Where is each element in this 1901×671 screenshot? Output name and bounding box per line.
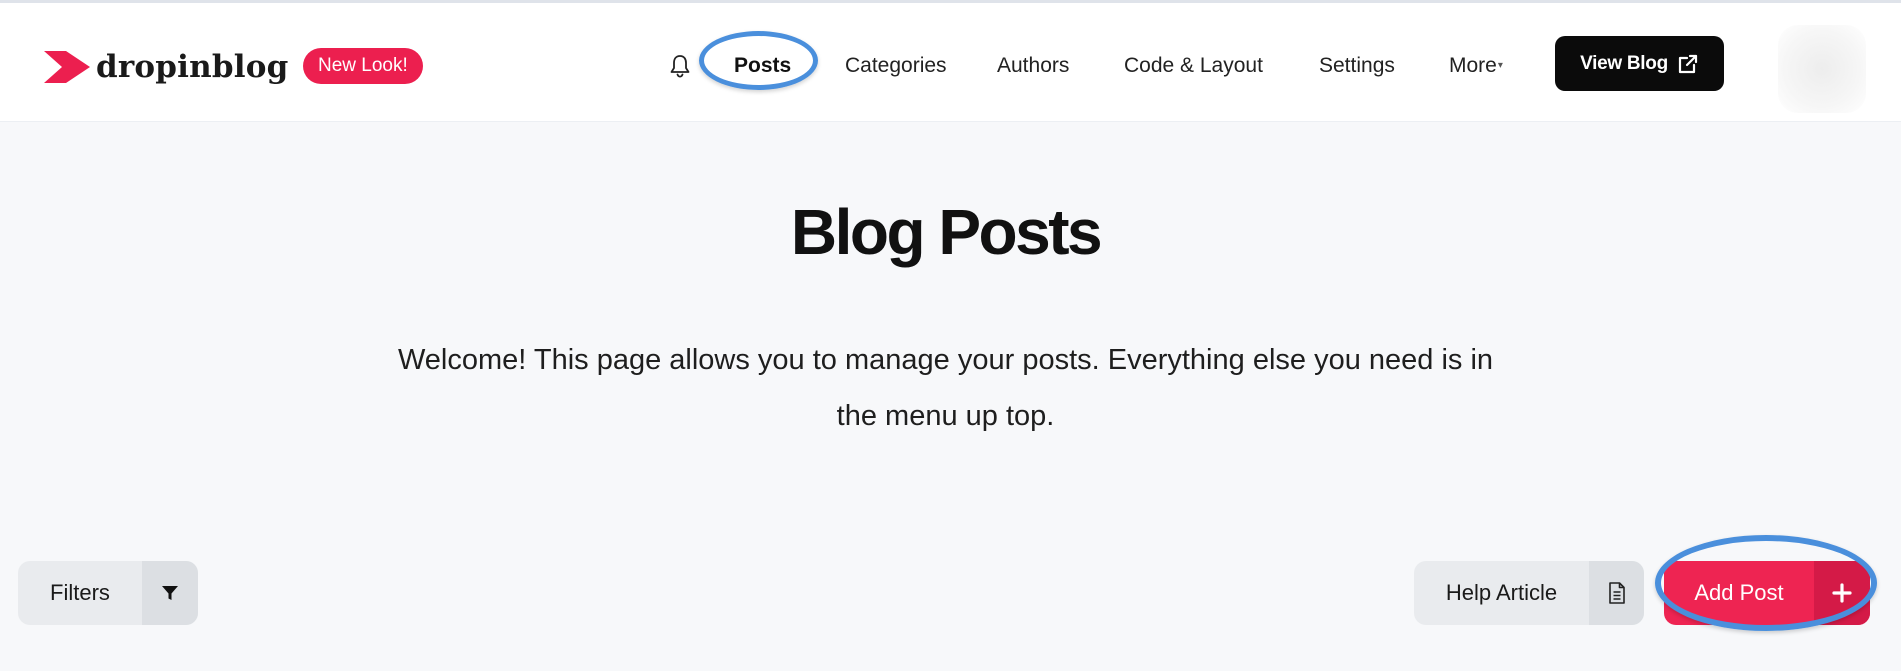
avatar[interactable]: [1778, 25, 1866, 113]
view-blog-button[interactable]: View Blog: [1555, 36, 1724, 91]
intro-text: Welcome! This page allows you to manage …: [397, 344, 1494, 432]
add-post-highlight-annotation: [1655, 535, 1877, 631]
filters-button[interactable]: Filters: [18, 561, 198, 625]
nav-authors[interactable]: Authors: [997, 51, 1069, 81]
nav-categories[interactable]: Categories: [845, 51, 947, 81]
filter-icon: [142, 561, 198, 625]
help-article-label: Help Article: [1445, 580, 1558, 605]
logo-arrow-icon: [44, 51, 90, 83]
top-header: dropinblog New Look! Posts Categories Au…: [0, 3, 1901, 122]
logo[interactable]: dropinblog: [42, 47, 288, 87]
document-icon: [1589, 561, 1644, 625]
nav-settings[interactable]: Settings: [1319, 51, 1395, 81]
new-look-badge[interactable]: New Look!: [303, 48, 423, 84]
logo-text: dropinblog: [96, 49, 289, 85]
nav-code-layout[interactable]: Code & Layout: [1124, 51, 1263, 81]
page-title: Blog Posts: [790, 196, 1103, 268]
caret-down-icon: ▾: [1497, 60, 1503, 72]
nav-more-label: More: [1449, 54, 1497, 77]
bell-icon[interactable]: [668, 53, 692, 79]
view-blog-label: View Blog: [1580, 52, 1668, 74]
external-link-icon: [1678, 54, 1697, 73]
nav-more[interactable]: More▾: [1449, 51, 1503, 81]
posts-highlight-annotation: [699, 31, 818, 90]
filters-label: Filters: [50, 580, 110, 605]
help-article-button[interactable]: Help Article: [1414, 561, 1644, 625]
